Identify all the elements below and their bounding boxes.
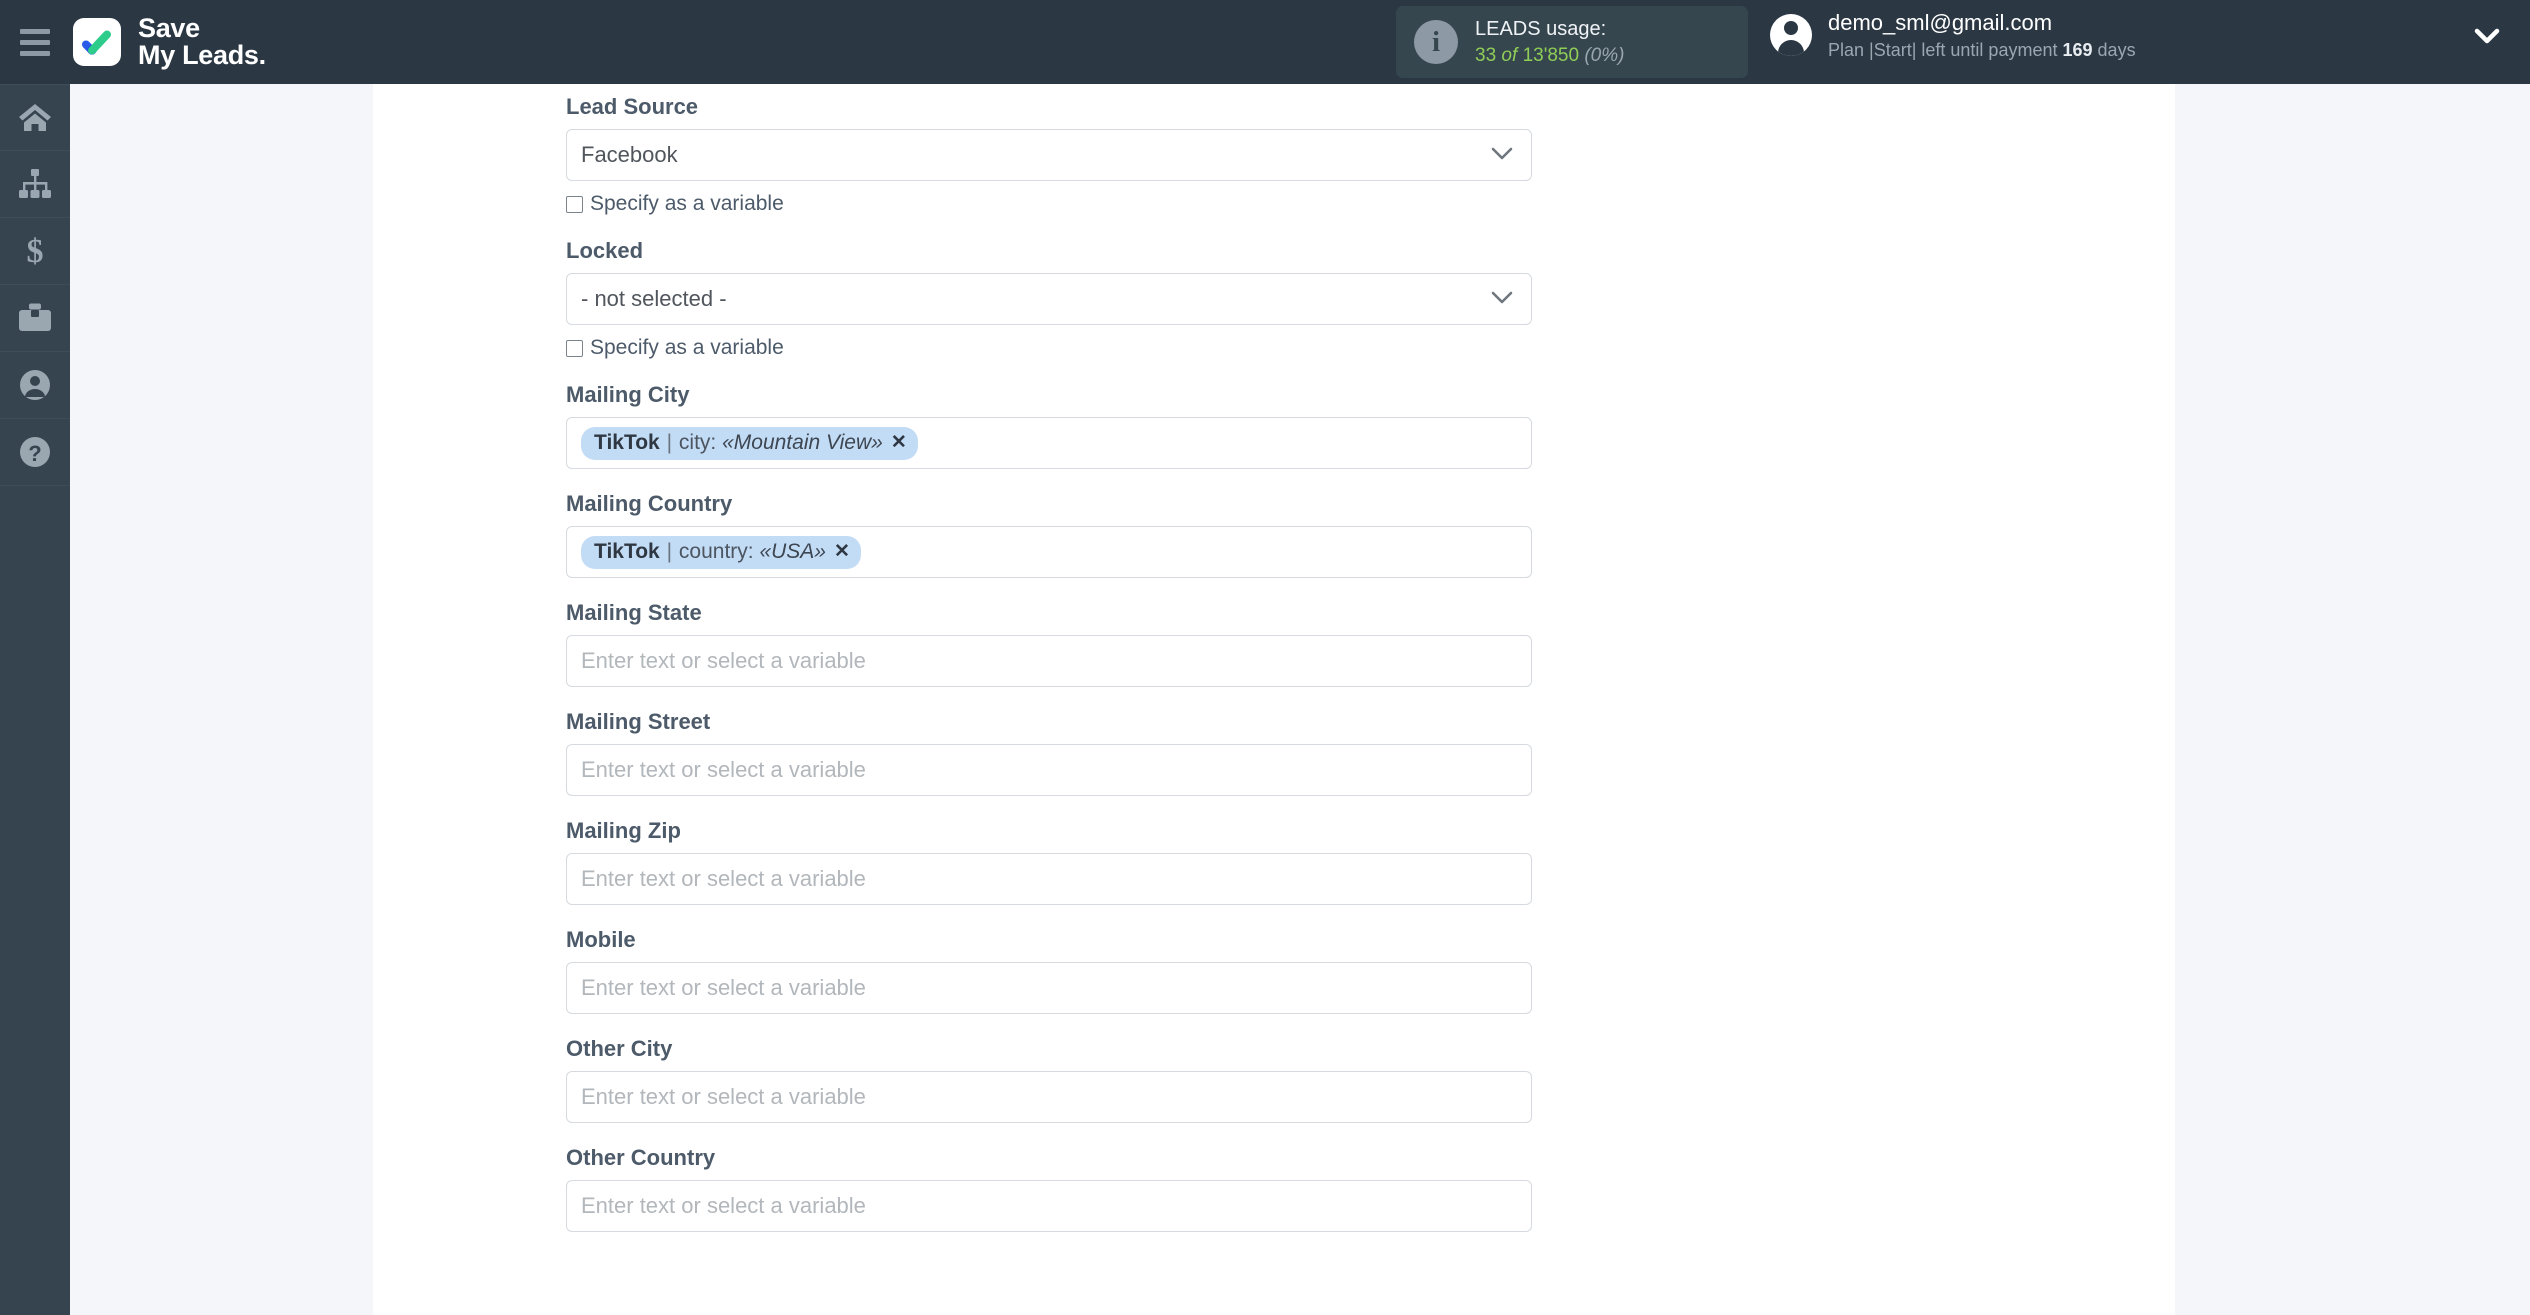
account-email: demo_sml@gmail.com — [1828, 10, 2053, 35]
account-days-suffix: days — [2097, 39, 2136, 60]
chip-remove-icon[interactable]: ✕ — [834, 542, 850, 561]
text-input-mailing-zip[interactable]: Enter text or select a variable — [566, 853, 1532, 905]
checkmark-logo-icon — [73, 18, 121, 66]
brand-name-line2: My Leads. — [138, 40, 266, 70]
input-placeholder: Enter text or select a variable — [581, 757, 866, 782]
chevron-down-icon[interactable] — [2474, 28, 2500, 49]
user-circle-icon — [19, 369, 51, 401]
sidebar-item-connections[interactable] — [0, 151, 70, 218]
input-placeholder: Enter text or select a variable — [581, 1193, 866, 1218]
variable-chip: TikTok | country: «USA» ✕ — [581, 535, 861, 569]
field-label: Lead Source — [566, 94, 699, 119]
text-input-mailing-street[interactable]: Enter text or select a variable — [566, 744, 1532, 796]
select-value: Facebook — [581, 142, 678, 167]
brand-name-line1: Save — [138, 13, 200, 43]
sidebar: $ ? — [0, 84, 70, 1315]
chip-remove-icon[interactable]: ✕ — [891, 433, 907, 452]
dollar-sign-icon: $ — [22, 234, 48, 268]
field-label: Mailing City — [566, 382, 690, 407]
input-placeholder: Enter text or select a variable — [581, 1084, 866, 1109]
field-label: Other Country — [566, 1145, 716, 1170]
field-label: Mailing Street — [566, 709, 711, 734]
leads-usage-value: 33 of 13'850 (0%) — [1475, 43, 1624, 68]
input-placeholder: Enter text or select a variable — [581, 648, 866, 673]
brand-name: Save My Leads. — [138, 15, 266, 69]
account-plan: Plan |Start| left until payment 169 days — [1828, 38, 2136, 62]
field-label: Mailing State — [566, 600, 702, 625]
specify-as-variable-checkbox-row[interactable]: Specify as a variable — [566, 325, 1532, 360]
user-avatar-icon — [1770, 13, 1812, 56]
info-circle-icon: i — [1414, 20, 1458, 64]
chip-text: TikTok | country: «USA» — [594, 539, 826, 563]
select-value: - not selected - — [581, 286, 727, 311]
form-field: Other City Enter text or select a variabl… — [566, 1014, 1532, 1123]
select-lead-source[interactable]: Facebook — [566, 129, 1532, 181]
form-field: Mailing Country TikTok | country: «USA» ✕ — [566, 469, 1532, 578]
sidebar-item-profile[interactable] — [0, 352, 70, 419]
content-panel: Lead Source Facebook Specify as a variable… — [373, 84, 2175, 1315]
field-label: Mobile — [566, 927, 636, 952]
leads-usage-badge[interactable]: i LEADS usage: 33 of 13'850 (0%) — [1396, 6, 1748, 78]
field-label: Locked — [566, 238, 644, 263]
usage-limit: 13'850 — [1522, 44, 1580, 66]
sidebar-item-home[interactable] — [0, 84, 70, 151]
account-plan-text: Plan |Start| left until payment — [1828, 39, 2058, 60]
account-menu[interactable]: demo_sml@gmail.com Plan |Start| left unt… — [1770, 8, 2136, 62]
form-field: Mailing City TikTok | city: «Mountain Vie… — [566, 360, 1532, 469]
home-icon — [18, 102, 52, 134]
chevron-down-icon[interactable] — [1491, 291, 1513, 310]
field-mapping-form: Lead Source Facebook Specify as a variable… — [566, 84, 1532, 1232]
question-circle-icon: ? — [19, 436, 51, 468]
field-label: Other City — [566, 1036, 673, 1061]
form-field: Lead Source Facebook Specify as a variable — [566, 84, 1532, 216]
text-input-other-city[interactable]: Enter text or select a variable — [566, 1071, 1532, 1123]
sidebar-item-help[interactable]: ? — [0, 419, 70, 486]
input-placeholder: Enter text or select a variable — [581, 866, 866, 891]
select-locked[interactable]: - not selected - — [566, 273, 1532, 325]
chevron-down-icon[interactable] — [1491, 147, 1513, 166]
text-input-mailing-state[interactable]: Enter text or select a variable — [566, 635, 1532, 687]
hamburger-menu-icon[interactable] — [0, 0, 70, 84]
form-field: Other Country Enter text or select a vari… — [566, 1123, 1532, 1232]
text-input-other-country[interactable]: Enter text or select a variable — [566, 1180, 1532, 1232]
form-field: Mailing Street Enter text or select a var… — [566, 687, 1532, 796]
usage-percent: (0%) — [1584, 44, 1625, 66]
variable-input-mailing-city[interactable]: TikTok | city: «Mountain View» ✕ — [566, 417, 1532, 469]
svg-text:$: $ — [27, 234, 44, 268]
checkbox-label: Specify as a variable — [590, 336, 784, 359]
leads-usage-title: LEADS usage: — [1475, 18, 1607, 41]
sidebar-item-services[interactable] — [0, 285, 70, 352]
usage-of: of — [1501, 44, 1518, 66]
workspace: Lead Source Facebook Specify as a variable… — [70, 84, 2530, 1315]
form-field: Mailing State Enter text or select a vari… — [566, 578, 1532, 687]
checkbox[interactable] — [566, 339, 583, 357]
sitemap-icon — [18, 169, 52, 199]
briefcase-icon — [18, 303, 52, 333]
input-placeholder: Enter text or select a variable — [581, 975, 866, 1000]
specify-as-variable-checkbox-row[interactable]: Specify as a variable — [566, 181, 1532, 216]
usage-used: 33 — [1475, 44, 1497, 66]
text-input-mobile[interactable]: Enter text or select a variable — [566, 962, 1532, 1014]
field-label: Mailing Country — [566, 491, 733, 516]
field-label: Mailing Zip — [566, 818, 681, 843]
form-field: Locked - not selected - Specify as a varia… — [566, 216, 1532, 360]
top-bar: Save My Leads. i LEADS usage: 33 of 13'85… — [0, 0, 2530, 84]
form-field: Mailing Zip Enter text or select a variab… — [566, 796, 1532, 905]
account-days-value: 169 — [2062, 39, 2093, 60]
form-field: Mobile Enter text or select a variable — [566, 905, 1532, 1014]
chip-text: TikTok | city: «Mountain View» — [594, 430, 883, 454]
variable-chip: TikTok | city: «Mountain View» ✕ — [581, 426, 918, 460]
variable-input-mailing-country[interactable]: TikTok | country: «USA» ✕ — [566, 526, 1532, 578]
checkbox[interactable] — [566, 195, 583, 213]
checkbox-label: Specify as a variable — [590, 192, 784, 215]
svg-text:?: ? — [28, 441, 41, 466]
sidebar-item-billing[interactable]: $ — [0, 218, 70, 285]
brand-logo[interactable]: Save My Leads. — [73, 15, 266, 69]
